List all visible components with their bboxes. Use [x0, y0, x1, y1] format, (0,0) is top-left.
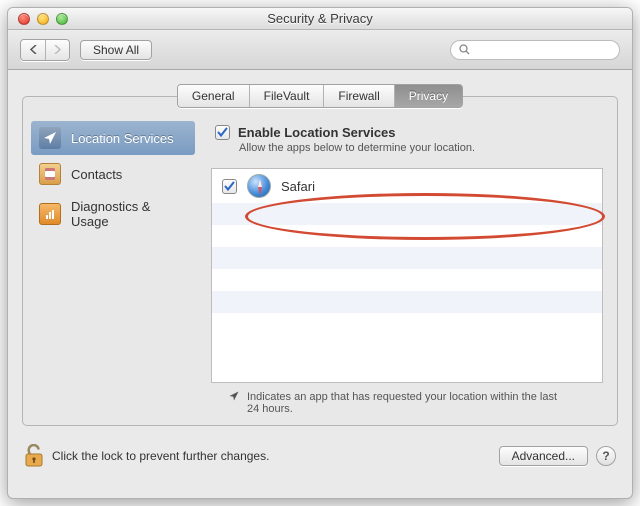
safari-icon [247, 174, 271, 198]
list-stripe [212, 247, 602, 269]
toolbar: Show All [8, 30, 632, 70]
list-stripe [212, 313, 602, 335]
forward-button[interactable] [45, 40, 69, 60]
enable-location-row: Enable Location Services Allow the apps … [211, 121, 603, 160]
lock-control[interactable]: Click the lock to prevent further change… [24, 444, 269, 468]
show-all-button[interactable]: Show All [80, 40, 152, 60]
location-arrow-icon [229, 391, 239, 401]
titlebar[interactable]: Security & Privacy [8, 8, 632, 30]
minimize-window-button[interactable] [37, 13, 49, 25]
sidebar-item-diagnostics[interactable]: Diagnostics & Usage [31, 193, 195, 235]
chevron-left-icon [30, 45, 37, 54]
footer: Click the lock to prevent further change… [22, 444, 618, 468]
enable-location-desc: Allow the apps below to determine your l… [239, 142, 599, 154]
app-row-safari[interactable]: Safari [212, 169, 602, 203]
sidebar-item-location[interactable]: Location Services [31, 121, 195, 155]
chevron-right-icon [54, 45, 61, 54]
location-indicator-hint: Indicates an app that has requested your… [211, 383, 603, 415]
tab-firewall[interactable]: Firewall [323, 85, 393, 107]
tab-bar: General FileVault Firewall Privacy [22, 84, 618, 108]
app-name: Safari [281, 179, 315, 194]
content-area: General FileVault Firewall Privacy Locat… [22, 84, 618, 478]
privacy-main: Enable Location Services Allow the apps … [203, 115, 617, 425]
nav-buttons [20, 39, 70, 61]
list-stripe [212, 269, 602, 291]
check-icon [217, 127, 228, 138]
window-title: Security & Privacy [8, 11, 632, 26]
tab-filevault[interactable]: FileVault [249, 85, 324, 107]
advanced-button[interactable]: Advanced... [499, 446, 588, 466]
lock-text: Click the lock to prevent further change… [52, 449, 269, 463]
preferences-window: Security & Privacy Show All General File… [7, 7, 633, 499]
check-icon [224, 181, 235, 192]
enable-location-label: Enable Location Services [238, 125, 396, 140]
unlock-icon [24, 444, 46, 468]
location-icon [39, 127, 61, 149]
search-field[interactable] [450, 40, 620, 60]
diagnostics-icon [39, 203, 61, 225]
help-button[interactable]: ? [596, 446, 616, 466]
sidebar-item-label: Location Services [71, 131, 174, 146]
search-input[interactable] [474, 43, 611, 57]
sidebar-item-label: Contacts [71, 167, 122, 182]
tab-general[interactable]: General [178, 85, 249, 107]
zoom-window-button[interactable] [56, 13, 68, 25]
app-checkbox[interactable] [222, 179, 237, 194]
close-window-button[interactable] [18, 13, 30, 25]
search-icon [459, 44, 470, 55]
tab-privacy[interactable]: Privacy [394, 85, 462, 107]
tab-pane: Location Services Contacts Diagnostics &… [22, 96, 618, 426]
contacts-icon [39, 163, 61, 185]
list-stripe [212, 203, 602, 225]
privacy-sidebar: Location Services Contacts Diagnostics &… [23, 115, 203, 425]
list-stripe [212, 225, 602, 247]
back-button[interactable] [21, 40, 45, 60]
enable-location-checkbox[interactable] [215, 125, 230, 140]
window-controls [8, 13, 68, 25]
list-stripe [212, 291, 602, 313]
sidebar-item-contacts[interactable]: Contacts [31, 157, 195, 191]
apps-list[interactable]: Safari [211, 168, 603, 383]
sidebar-item-label: Diagnostics & Usage [71, 199, 187, 229]
help-icon: ? [602, 449, 609, 463]
